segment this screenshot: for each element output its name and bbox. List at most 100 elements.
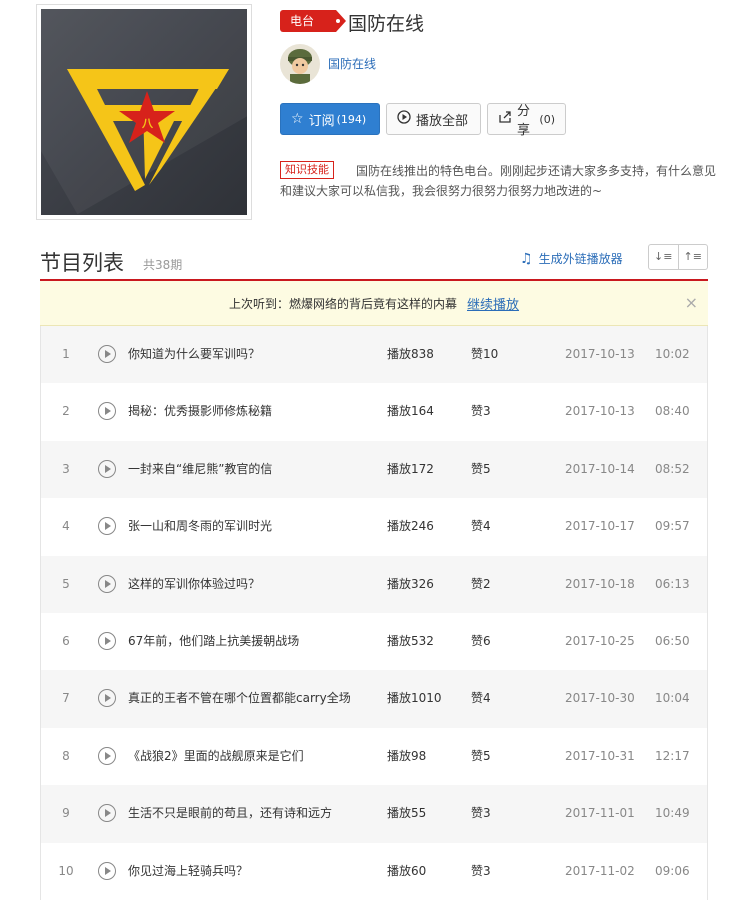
play-icon[interactable] — [98, 402, 116, 421]
like-count: 赞4 — [471, 519, 491, 534]
soldier-avatar-icon — [288, 49, 312, 84]
share-label: 分享 — [517, 104, 531, 138]
play-count: 播放60 — [387, 863, 427, 878]
episode-date: 2017-10-17 — [565, 519, 635, 534]
episode-row[interactable]: 3 一封来自“维尼熊”教官的信 播放172 赞5 2017-10-14 08:5… — [41, 440, 707, 499]
episode-duration: 10:02 — [655, 347, 690, 361]
external-player-link[interactable]: ♫ 生成外链播放器 — [520, 250, 623, 267]
share-count: (0) — [539, 112, 555, 126]
play-icon[interactable] — [98, 517, 116, 536]
close-icon[interactable]: × — [685, 293, 698, 312]
episode-title[interactable]: 真正的王者不管在哪个位置都能carry全场 — [128, 670, 383, 727]
episode-date: 2017-10-18 — [565, 576, 635, 591]
episode-date: 2017-10-25 — [565, 633, 635, 648]
like-count: 赞4 — [471, 691, 491, 706]
channel-title: 国防在线 — [348, 13, 425, 35]
episode-row[interactable]: 8 《战狼2》里面的战舰原来是它们 播放98 赞5 2017-10-31 12:… — [41, 727, 707, 786]
episode-title[interactable]: 这样的军训你体验过吗？ — [128, 556, 383, 613]
episode-date: 2017-11-02 — [565, 863, 635, 878]
episode-title[interactable]: 你见过海上轻骑兵吗？ — [128, 843, 383, 900]
episode-number: 3 — [62, 461, 70, 476]
play-circle-icon — [397, 110, 411, 128]
svg-text:八: 八 — [141, 117, 154, 130]
episode-count: 共38期 — [143, 258, 183, 272]
music-note-icon: ♫ — [520, 250, 533, 267]
episode-title[interactable]: 生活不只是眼前的苟且，还有诗和远方 — [128, 785, 383, 842]
episode-duration: 06:50 — [655, 633, 690, 648]
like-count: 赞3 — [471, 806, 491, 821]
episode-row[interactable]: 4 张一山和周冬雨的军训时光 播放246 赞4 2017-10-17 09:57 — [41, 498, 707, 556]
episode-number: 7 — [62, 691, 70, 706]
episode-number: 8 — [62, 748, 70, 763]
episode-title[interactable]: 《战狼2》里面的战舰原来是它们 — [128, 728, 383, 785]
episode-date: 2017-10-14 — [565, 461, 635, 476]
sort-asc-button[interactable]: ↑≡ — [679, 245, 708, 269]
episode-row[interactable]: 2 揭秘：优秀摄影师修炼秘籍 播放164 赞3 2017-10-13 08:40 — [41, 383, 707, 441]
sort-desc-button[interactable]: ↓≡ — [649, 245, 679, 269]
episode-number: 5 — [62, 576, 70, 591]
play-icon[interactable] — [98, 689, 116, 708]
like-count: 赞2 — [471, 576, 491, 591]
play-count: 播放164 — [387, 404, 434, 419]
episode-title[interactable]: 张一山和周冬雨的军训时光 — [128, 498, 383, 555]
like-count: 赞6 — [471, 633, 491, 648]
episode-title[interactable]: 一封来自“维尼熊”教官的信 — [128, 441, 383, 498]
episode-date: 2017-11-01 — [565, 806, 635, 821]
like-count: 赞5 — [471, 461, 491, 476]
play-all-label: 播放全部 — [416, 113, 469, 129]
play-count: 播放1010 — [387, 691, 442, 706]
like-count: 赞3 — [471, 863, 491, 878]
episode-row[interactable]: 5 这样的军训你体验过吗？ 播放326 赞2 2017-10-18 06:13 — [41, 555, 707, 613]
episode-number: 6 — [62, 633, 70, 648]
episode-duration: 10:04 — [655, 691, 690, 706]
share-button[interactable]: 分享 (0) — [487, 103, 566, 138]
play-icon[interactable] — [98, 574, 116, 593]
play-icon[interactable] — [98, 345, 116, 363]
episode-date: 2017-10-13 — [565, 404, 635, 419]
subscribe-button[interactable]: ☆ 订阅 (194) — [280, 103, 380, 135]
play-count: 播放246 — [387, 519, 434, 534]
episode-duration: 09:06 — [655, 863, 690, 878]
play-icon[interactable] — [98, 459, 116, 478]
episode-duration: 06:13 — [655, 576, 690, 591]
episode-duration: 08:52 — [655, 461, 690, 476]
play-count: 播放326 — [387, 576, 434, 591]
episode-duration: 12:17 — [655, 748, 690, 763]
share-icon — [498, 110, 512, 128]
like-count: 赞10 — [471, 347, 499, 361]
episode-list: 1 你知道为什么要军训吗？ 播放838 赞10 2017-10-13 10:02… — [40, 326, 708, 900]
star-icon: ☆ — [291, 111, 304, 127]
episode-title[interactable]: 你知道为什么要军训吗？ — [128, 326, 383, 383]
play-icon[interactable] — [98, 804, 116, 823]
play-count: 播放838 — [387, 347, 434, 361]
play-all-button[interactable]: 播放全部 — [386, 103, 481, 135]
category-tag[interactable]: 知识技能 — [280, 161, 334, 179]
play-count: 播放172 — [387, 461, 434, 476]
list-title: 节目列表 — [40, 251, 124, 275]
author-avatar[interactable] — [280, 44, 320, 84]
channel-cover: 八 — [36, 4, 252, 220]
author-name[interactable]: 国防在线 — [328, 55, 376, 72]
episode-row[interactable]: 1 你知道为什么要军训吗？ 播放838 赞10 2017-10-13 10:02 — [41, 326, 707, 384]
subscribe-label: 订阅 — [308, 113, 335, 129]
radio-badge: 电台 — [280, 10, 346, 32]
play-icon[interactable] — [98, 631, 116, 650]
episode-number: 10 — [58, 863, 74, 878]
episode-row[interactable]: 9 生活不只是眼前的苟且，还有诗和远方 播放55 赞3 2017-11-01 1… — [41, 785, 707, 843]
play-icon[interactable] — [98, 746, 116, 765]
army-logo-icon: 八 — [67, 69, 229, 191]
episode-row[interactable]: 7 真正的王者不管在哪个位置都能carry全场 播放1010 赞4 2017-1… — [41, 670, 707, 728]
episode-row[interactable]: 6 67年前，他们踏上抗美援朝战场 播放532 赞6 2017-10-25 06… — [41, 612, 707, 671]
episode-number: 4 — [62, 519, 70, 534]
play-icon[interactable] — [98, 861, 116, 880]
play-count: 播放98 — [387, 748, 427, 763]
episode-title[interactable]: 67年前，他们踏上抗美援朝战场 — [128, 613, 383, 670]
continue-play-link[interactable]: 继续播放 — [467, 294, 519, 313]
episode-title[interactable]: 揭秘：优秀摄影师修炼秘籍 — [128, 383, 383, 440]
resume-notice: 上次听到：燃爆网络的背后竟有这样的内幕 继续播放 × — [40, 281, 708, 326]
like-count: 赞5 — [471, 748, 491, 763]
subscribe-count: (194) — [336, 112, 367, 126]
episode-date: 2017-10-31 — [565, 748, 635, 763]
episode-number: 9 — [62, 806, 70, 821]
episode-row[interactable]: 10 你见过海上轻骑兵吗？ 播放60 赞3 2017-11-02 09:06 — [41, 842, 707, 900]
